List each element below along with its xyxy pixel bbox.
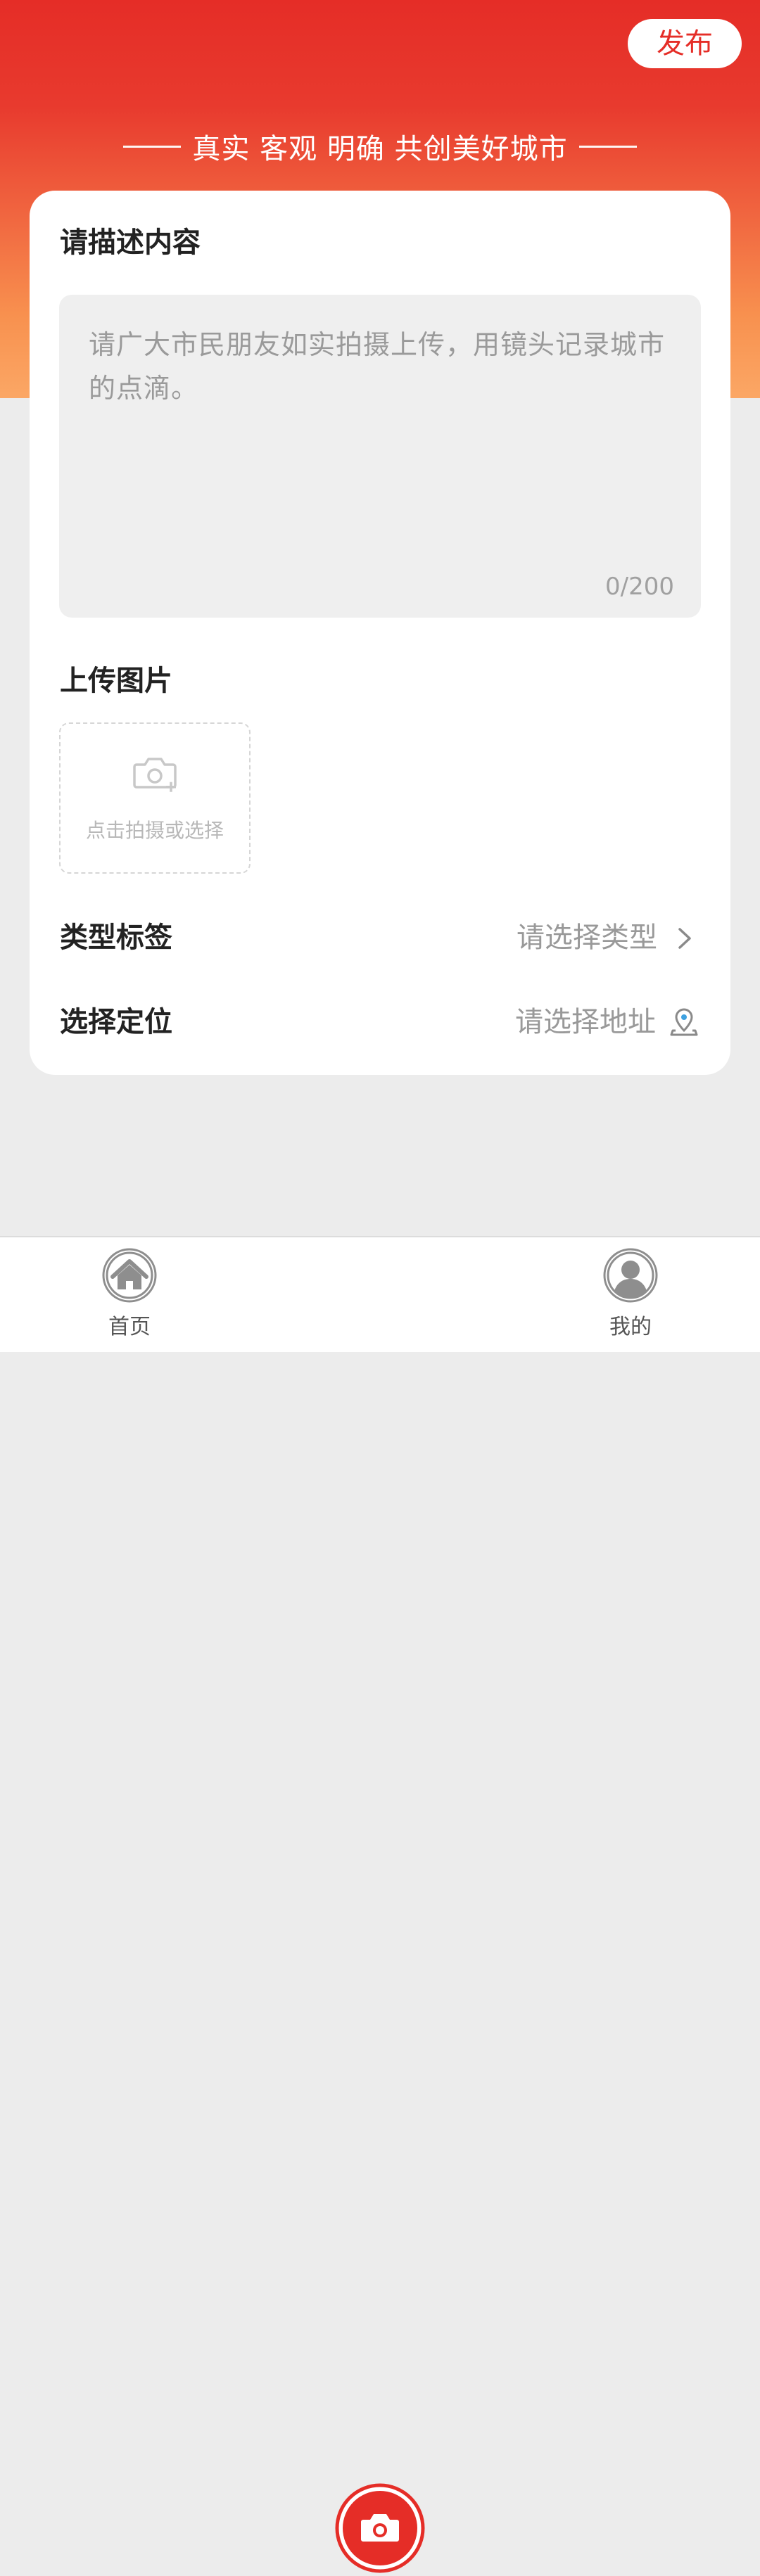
chevron-right-icon xyxy=(678,928,691,949)
character-counter: 0/200 xyxy=(605,573,674,601)
upload-label: 上传图片 xyxy=(60,665,172,697)
location-pin-icon xyxy=(670,1008,698,1036)
slogan-text: 真实 客观 明确 共创美好城市 xyxy=(192,133,568,165)
type-value: 请选择类型 xyxy=(517,922,657,954)
publish-button[interactable]: 发布 xyxy=(628,19,742,68)
description-textarea[interactable]: 请广大市民朋友如实拍摄上传，用镜头记录城市的点滴。 0/200 xyxy=(59,295,701,618)
description-placeholder: 请广大市民朋友如实拍摄上传，用镜头记录城市的点滴。 xyxy=(89,329,666,404)
slogan-right-rule xyxy=(578,145,637,148)
camera-icon xyxy=(335,2483,425,2573)
tab-mine[interactable]: 我的 xyxy=(597,1247,664,1340)
upload-hint: 点击拍摄或选择 xyxy=(85,819,224,842)
user-icon xyxy=(603,1248,658,1303)
description-label: 请描述内容 xyxy=(60,227,201,259)
location-value: 请选择地址 xyxy=(515,1006,656,1038)
tab-home[interactable]: 首页 xyxy=(96,1247,163,1340)
report-form-card: 请描述内容 请广大市民朋友如实拍摄上传，用镜头记录城市的点滴。 0/200 上传… xyxy=(30,191,730,1075)
location-label: 选择定位 xyxy=(60,1006,172,1038)
tab-mine-label: 我的 xyxy=(609,1315,652,1339)
bottom-tab-bar: 首页 我的 xyxy=(0,1236,760,2573)
upload-image-button[interactable]: 点击拍摄或选择 xyxy=(59,722,251,874)
camera-add-icon xyxy=(133,758,177,792)
type-label: 类型标签 xyxy=(60,922,172,954)
type-selector[interactable]: 类型标签 请选择类型 xyxy=(59,910,701,966)
camera-button[interactable] xyxy=(335,2483,425,2573)
home-icon xyxy=(102,1248,157,1303)
slogan-left-rule xyxy=(123,145,182,148)
tab-home-label: 首页 xyxy=(108,1315,151,1339)
slogan: 真实 客观 明确 共创美好城市 xyxy=(0,125,760,167)
location-selector[interactable]: 选择定位 请选择地址 xyxy=(59,994,701,1050)
